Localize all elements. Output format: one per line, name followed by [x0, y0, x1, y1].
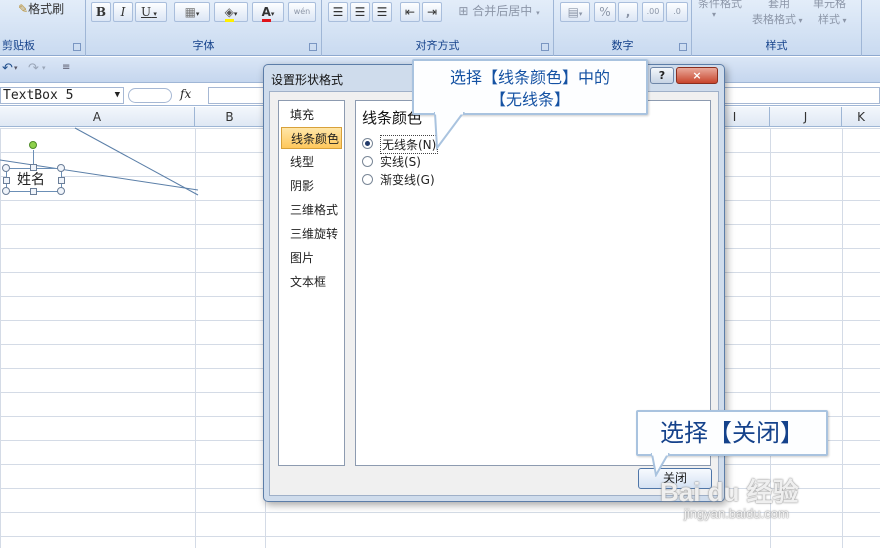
format-painter-button[interactable]: ✎格式刷 [18, 0, 80, 20]
styles-group-label: 样式 [765, 39, 788, 52]
cell-style-top-label: 单元格 [813, 0, 846, 10]
increase-indent-icon: ⇥ [426, 5, 438, 19]
resize-handle-icon[interactable] [3, 177, 10, 184]
clipboard-launcher-icon[interactable] [73, 43, 81, 51]
resize-handle-icon[interactable] [2, 164, 10, 172]
currency-icon: ▤ [567, 5, 579, 19]
callout-top-line2: 【无线条】 [489, 90, 570, 109]
decrease-decimal-icon: .0 [673, 7, 681, 16]
watermark-url: jingyan.baidu.com [684, 506, 789, 521]
increase-indent-button[interactable]: ⇥ [422, 2, 442, 22]
name-box[interactable]: TextBox 5 ▼ [0, 87, 124, 104]
clipboard-group: ✎格式刷 剪贴板 [0, 0, 86, 56]
nav-line-style[interactable]: 线型 [281, 151, 342, 173]
merge-center-button[interactable]: ⊞ 合并后居中 ▾ [452, 2, 546, 22]
number-group: ▤▾ % , .00 .0 数字 [554, 0, 692, 56]
resize-handle-icon[interactable] [30, 188, 37, 195]
nav-shadow[interactable]: 阴影 [281, 175, 342, 197]
table-format-button[interactable]: 表格格式 ▾ [752, 11, 803, 27]
nav-3d-rotation[interactable]: 三维旋转 [281, 223, 342, 245]
resize-handle-icon[interactable] [57, 164, 65, 172]
paint-bucket-icon: ◈ [224, 5, 234, 22]
instruction-callout-top: 选择【线条颜色】中的 【无线条】 [412, 59, 648, 115]
accounting-format-button[interactable]: ▤▾ [560, 2, 590, 22]
phonetic-button[interactable]: wén [288, 2, 316, 22]
align-center-icon: ☰ [354, 5, 366, 19]
font-launcher-icon[interactable] [309, 43, 317, 51]
column-header-k[interactable]: K [842, 107, 880, 127]
cell-style-button[interactable]: 样式 ▾ [818, 11, 847, 27]
font-color-button[interactable]: A▾ [252, 2, 284, 22]
solid-line-radio[interactable] [362, 156, 373, 167]
customize-qat-icon[interactable]: ≡ [62, 62, 70, 73]
font-color-icon: A [261, 5, 271, 22]
alignment-group: ☰ ☰ ☰ ⇤ ⇥ ⊞ 合并后居中 ▾ 对齐方式 [322, 0, 554, 56]
no-line-radio[interactable] [362, 138, 373, 149]
fill-color-button[interactable]: ◈▾ [214, 2, 248, 22]
nav-line-color[interactable]: 线条颜色 [281, 127, 342, 149]
align-center-button[interactable]: ☰ [350, 2, 370, 22]
nav-fill[interactable]: 填充 [281, 104, 342, 126]
category-list: 填充 线条颜色 线型 阴影 三维格式 三维旋转 图片 文本框 [278, 100, 345, 466]
insert-function-button[interactable]: fx [180, 87, 202, 104]
resize-handle-icon[interactable] [2, 187, 10, 195]
callout-pointer [433, 112, 465, 151]
ribbon: ✎格式刷 剪贴板 B I U ▾ ▦▾ ◈▾ A▾ wén 字体 ☰ ☰ ☰ ⇤… [0, 0, 880, 56]
align-right-button[interactable]: ☰ [372, 2, 392, 22]
chevron-down-icon: ▾ [151, 10, 157, 18]
chevron-down-icon[interactable]: ▼ [115, 88, 120, 103]
border-icon: ▦ [184, 5, 196, 19]
alignment-group-label: 对齐方式 [415, 39, 460, 52]
comma-button[interactable]: , [618, 2, 638, 22]
gradient-line-radio[interactable] [362, 174, 373, 185]
redo-icon[interactable]: ↷ [28, 61, 39, 76]
decrease-indent-button[interactable]: ⇤ [400, 2, 420, 22]
decrease-indent-icon: ⇤ [404, 5, 416, 19]
styles-group: 条件格式 ▾ 套用 表格格式 ▾ 单元格 样式 ▾ 样式 [692, 0, 862, 56]
chevron-down-icon[interactable]: ▾ [42, 64, 46, 72]
italic-button[interactable]: I [113, 2, 133, 22]
undo-icon[interactable]: ↶ [2, 61, 13, 76]
align-left-icon: ☰ [332, 5, 344, 19]
watermark: Bai du 经验 jingyan.baidu.com [650, 468, 880, 548]
brush-icon: ✎ [18, 2, 29, 16]
bold-button[interactable]: B [91, 2, 111, 22]
conditional-format-button[interactable]: 条件格式 [698, 0, 742, 11]
nav-textbox[interactable]: 文本框 [281, 271, 342, 293]
help-button[interactable]: ? [650, 67, 674, 84]
align-right-icon: ☰ [376, 5, 388, 19]
increase-decimal-button[interactable]: .00 [642, 2, 664, 22]
resize-handle-icon[interactable] [30, 164, 37, 171]
alignment-launcher-icon[interactable] [541, 43, 549, 51]
callout-top-line1: 选择【线条颜色】中的 [449, 68, 610, 87]
resize-handle-icon[interactable] [57, 187, 65, 195]
column-header-j[interactable]: J [770, 107, 842, 127]
borders-button[interactable]: ▦▾ [174, 2, 210, 22]
merge-icon: ⊞ [458, 4, 469, 18]
dialog-title: 设置形状格式 [271, 73, 344, 87]
solid-line-label[interactable]: 实线(S) [380, 153, 421, 170]
instruction-callout-bottom: 选择【关闭】 [636, 410, 828, 456]
watermark-brand: Bai du 经验 [660, 477, 799, 507]
font-group-label: 字体 [192, 39, 215, 52]
gradient-line-label[interactable]: 渐变线(G) [380, 171, 435, 188]
number-group-label: 数字 [611, 39, 634, 52]
align-left-button[interactable]: ☰ [328, 2, 348, 22]
nav-picture[interactable]: 图片 [281, 247, 342, 269]
resize-handle-icon[interactable] [58, 177, 65, 184]
chevron-down-icon[interactable]: ▾ [14, 64, 18, 72]
font-group: B I U ▾ ▦▾ ◈▾ A▾ wén 字体 [86, 0, 322, 56]
close-icon[interactable]: × [676, 67, 718, 84]
chevron-down-icon: ▾ [712, 10, 717, 19]
increase-decimal-icon: .00 [646, 7, 660, 16]
underline-button[interactable]: U ▾ [135, 2, 167, 22]
decrease-decimal-button[interactable]: .0 [666, 2, 688, 22]
percent-button[interactable]: % [594, 2, 616, 22]
nav-3d-format[interactable]: 三维格式 [281, 199, 342, 221]
table-format-top-label: 套用 [768, 0, 790, 10]
rotate-handle-icon[interactable] [29, 141, 37, 149]
number-launcher-icon[interactable] [679, 43, 687, 51]
name-box-resizer[interactable] [128, 88, 172, 103]
